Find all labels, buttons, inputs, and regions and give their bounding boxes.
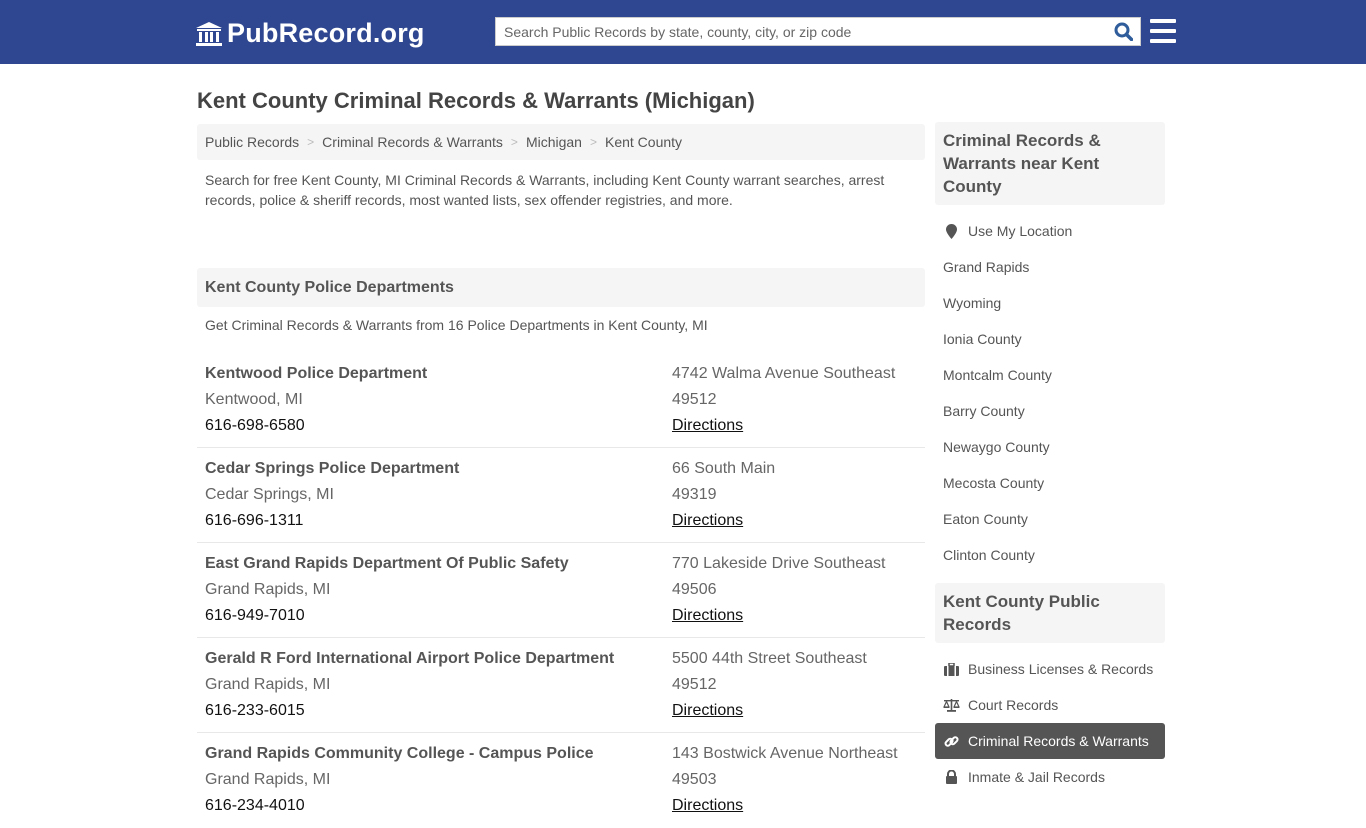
nearby-link[interactable]: Grand Rapids (935, 249, 1165, 285)
department-address: 5500 44th Street Southeast (672, 650, 867, 667)
department-address: 66 South Main (672, 460, 776, 477)
department-city: Grand Rapids, MI (205, 676, 331, 693)
nearby-link[interactable]: Eaton County (935, 501, 1165, 537)
menu-bar (1150, 29, 1176, 33)
breadcrumb-separator: > (510, 135, 518, 149)
department-phone[interactable]: 616-949-7010 (205, 603, 672, 629)
breadcrumb-criminal-records[interactable]: Criminal Records & Warrants (322, 134, 503, 150)
directions-link[interactable]: Directions (672, 417, 743, 434)
department-name: Grand Rapids Community College - Campus … (205, 745, 594, 762)
logo-text: PubRecord.org (227, 18, 425, 48)
department-item: Gerald R Ford International Airport Poli… (197, 638, 925, 733)
department-city: Kentwood, MI (205, 391, 303, 408)
sidebar-item-label: Court Records (968, 697, 1059, 713)
menu-bar (1150, 19, 1176, 23)
sidebar-item-label: Criminal Records & Warrants (968, 733, 1149, 749)
breadcrumb-separator: > (589, 135, 597, 149)
courthouse-icon (196, 21, 222, 46)
breadcrumb: Public Records > Criminal Records & Warr… (197, 124, 925, 160)
department-zip: 49506 (672, 581, 717, 598)
nearby-link[interactable]: Clinton County (935, 537, 1165, 573)
public-records-list: Business Licenses & Records Court Record… (935, 643, 1165, 805)
use-my-location-link[interactable]: Use My Location (935, 213, 1165, 249)
top-navbar: PubRecord.org (0, 0, 1366, 64)
department-list: Kentwood Police Department Kentwood, MI … (197, 353, 925, 828)
nearby-link[interactable]: Newaygo County (935, 429, 1165, 465)
department-address: 143 Bostwick Avenue Northeast (672, 745, 898, 762)
department-city: Grand Rapids, MI (205, 771, 331, 788)
department-name: Gerald R Ford International Airport Poli… (205, 650, 615, 667)
department-item: Kentwood Police Department Kentwood, MI … (197, 353, 925, 448)
department-phone[interactable]: 616-698-6580 (205, 413, 672, 439)
search-icon (1114, 22, 1133, 41)
directions-link[interactable]: Directions (672, 797, 743, 814)
nearby-link[interactable]: Barry County (935, 393, 1165, 429)
department-phone[interactable]: 616-234-4010 (205, 793, 672, 819)
briefcase-icon (943, 662, 960, 676)
department-item: East Grand Rapids Department Of Public S… (197, 543, 925, 638)
breadcrumb-michigan[interactable]: Michigan (526, 134, 582, 150)
map-marker-icon (943, 223, 960, 239)
department-city: Cedar Springs, MI (205, 486, 334, 503)
sidebar-item-business-licenses[interactable]: Business Licenses & Records (935, 651, 1165, 687)
department-item: Grand Rapids Community College - Campus … (197, 733, 925, 828)
site-logo[interactable]: PubRecord.org (195, 18, 425, 49)
department-name: East Grand Rapids Department Of Public S… (205, 555, 569, 572)
nearby-list: Use My Location Grand Rapids Wyoming Ion… (935, 205, 1165, 583)
search-button[interactable] (1106, 18, 1140, 45)
section-subtitle: Get Criminal Records & Warrants from 16 … (205, 317, 708, 333)
department-item: Cedar Springs Police Department Cedar Sp… (197, 448, 925, 543)
department-zip: 49503 (672, 771, 717, 788)
nearby-link[interactable]: Wyoming (935, 285, 1165, 321)
department-zip: 49319 (672, 486, 717, 503)
intro-text: Search for free Kent County, MI Criminal… (205, 172, 885, 208)
directions-link[interactable]: Directions (672, 607, 743, 624)
sidebar-item-label: Business Licenses & Records (968, 661, 1154, 677)
nearby-link[interactable]: Mecosta County (935, 465, 1165, 501)
sidebar-item-court-records[interactable]: Court Records (935, 687, 1165, 723)
page-title: Kent County Criminal Records & Warrants … (197, 88, 755, 113)
breadcrumb-kent-county[interactable]: Kent County (605, 134, 682, 150)
hamburger-menu-button[interactable] (1150, 19, 1176, 43)
sidebar: Criminal Records & Warrants near Kent Co… (935, 122, 1165, 805)
directions-link[interactable]: Directions (672, 702, 743, 719)
lock-icon (943, 770, 960, 784)
search-input[interactable] (496, 18, 1106, 45)
department-zip: 49512 (672, 676, 717, 693)
directions-link[interactable]: Directions (672, 512, 743, 529)
department-address: 4742 Walma Avenue Southeast (672, 365, 896, 382)
nearby-link[interactable]: Ionia County (935, 321, 1165, 357)
department-zip: 49512 (672, 391, 717, 408)
section-heading: Kent County Police Departments (197, 268, 925, 307)
search-bar (495, 17, 1141, 46)
department-phone[interactable]: 616-696-1311 (205, 508, 672, 534)
nearby-link[interactable]: Montcalm County (935, 357, 1165, 393)
department-name: Cedar Springs Police Department (205, 460, 460, 477)
sidebar-item-inmate-records[interactable]: Inmate & Jail Records (935, 759, 1165, 795)
sidebar-item-label: Inmate & Jail Records (968, 769, 1105, 785)
scale-icon (943, 698, 960, 712)
main-content: Public Records > Criminal Records & Warr… (197, 124, 925, 828)
department-city: Grand Rapids, MI (205, 581, 331, 598)
breadcrumb-separator: > (307, 135, 315, 149)
sidebar-item-criminal-records[interactable]: Criminal Records & Warrants (935, 723, 1165, 759)
use-my-location-label: Use My Location (968, 223, 1073, 239)
public-records-heading: Kent County Public Records (935, 583, 1165, 643)
menu-bar (1150, 39, 1176, 43)
department-name: Kentwood Police Department (205, 365, 428, 382)
breadcrumb-public-records[interactable]: Public Records (205, 134, 299, 150)
department-address: 770 Lakeside Drive Southeast (672, 555, 886, 572)
department-phone[interactable]: 616-233-6015 (205, 698, 672, 724)
link-icon (943, 734, 960, 749)
nearby-heading: Criminal Records & Warrants near Kent Co… (935, 122, 1165, 205)
